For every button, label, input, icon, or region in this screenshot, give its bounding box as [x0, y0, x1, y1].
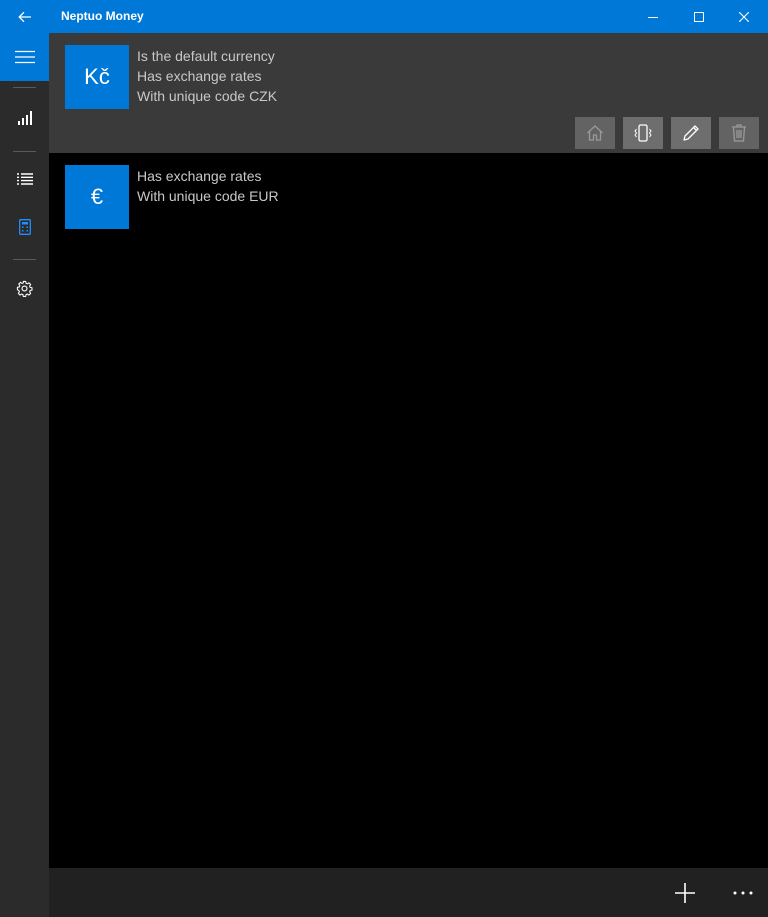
more-ellipsis-icon — [733, 891, 753, 894]
currency-symbol-tile: € — [65, 165, 129, 229]
currency-detail-line: With unique code CZK — [137, 88, 278, 104]
exchange-rates-button[interactable] — [623, 117, 663, 149]
sidebar-separator — [13, 87, 36, 88]
currency-details: Has exchange rates With unique code EUR — [137, 166, 279, 206]
signal-bars-icon — [17, 111, 32, 125]
home-icon — [587, 125, 603, 141]
back-arrow-icon — [17, 11, 31, 22]
currency-list: Kč Is the default currency Has exchange … — [49, 33, 768, 868]
list-item[interactable]: Kč Is the default currency Has exchange … — [49, 33, 768, 153]
currency-detail-line: Is the default currency — [137, 48, 275, 64]
list-item[interactable]: € Has exchange rates With unique code EU… — [49, 153, 768, 241]
pencil-icon — [683, 125, 699, 141]
window-title: Neptuo Money — [61, 9, 144, 23]
maximize-button[interactable] — [676, 0, 722, 33]
hamburger-button[interactable] — [0, 33, 49, 81]
currency-detail-line: Has exchange rates — [137, 68, 262, 84]
close-icon — [739, 11, 749, 22]
add-button[interactable] — [661, 868, 709, 917]
item-actions — [575, 117, 759, 149]
trash-icon — [732, 124, 746, 142]
title-bar: Neptuo Money — [0, 0, 768, 33]
calculator-icon — [18, 219, 31, 235]
minimize-icon — [648, 16, 658, 18]
maximize-icon — [694, 11, 704, 22]
delete-button[interactable] — [719, 117, 759, 149]
currency-details: Is the default currency Has exchange rat… — [137, 46, 277, 106]
edit-button[interactable] — [671, 117, 711, 149]
back-button[interactable] — [0, 0, 49, 33]
sidebar-item-currencies[interactable] — [0, 203, 49, 251]
list-icon — [16, 173, 33, 185]
sidebar-item-summary[interactable] — [0, 94, 49, 142]
currency-detail-line: Has exchange rates — [137, 168, 262, 184]
phone-vibrate-icon — [634, 124, 652, 142]
sidebar-separator — [13, 259, 36, 260]
currency-symbol-tile: Kč — [65, 45, 129, 109]
sidebar-separator — [13, 151, 36, 152]
minimize-button[interactable] — [630, 0, 676, 33]
hamburger-menu-icon — [14, 50, 35, 64]
command-bar — [49, 868, 768, 917]
more-button[interactable] — [719, 868, 767, 917]
close-button[interactable] — [721, 0, 767, 33]
currency-detail-line: With unique code EUR — [137, 188, 279, 204]
navigation-sidebar — [0, 33, 49, 917]
gear-icon — [16, 280, 33, 297]
sidebar-item-settings[interactable] — [0, 264, 49, 312]
set-default-button[interactable] — [575, 117, 615, 149]
sidebar-item-list[interactable] — [0, 155, 49, 203]
plus-icon — [675, 882, 695, 903]
